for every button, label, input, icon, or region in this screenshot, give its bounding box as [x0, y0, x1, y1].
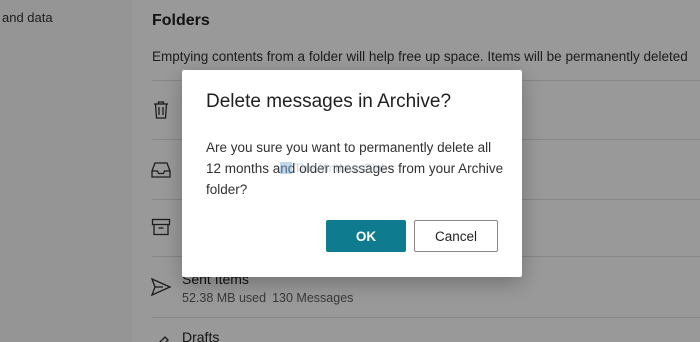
- ok-button[interactable]: OK: [326, 220, 406, 252]
- delete-confirmation-dialog: Delete messages in Archive? Are you sure…: [182, 70, 522, 277]
- dialog-title: Delete messages in Archive?: [206, 91, 452, 112]
- cancel-button[interactable]: Cancel: [414, 220, 498, 252]
- watermark-logo-icon: [280, 162, 292, 174]
- watermark-text: TheWindowsClub: [294, 161, 389, 175]
- watermark: TheWindowsClub: [280, 161, 388, 175]
